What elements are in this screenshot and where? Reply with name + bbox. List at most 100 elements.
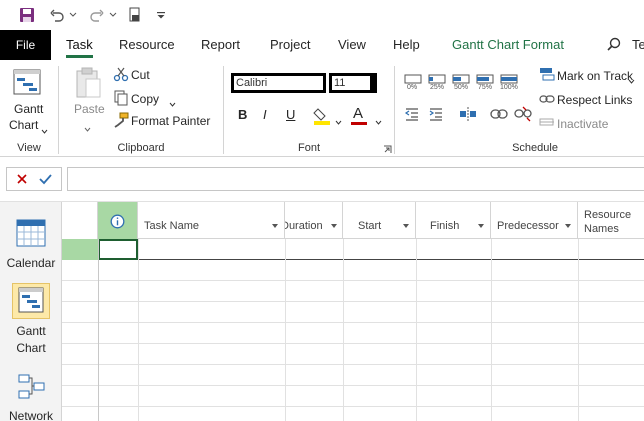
start-header[interactable]: Start	[343, 202, 416, 239]
unlink-tasks-icon[interactable]	[514, 106, 532, 125]
tab-view[interactable]: View	[338, 30, 366, 60]
finish-filter-icon[interactable]	[478, 224, 484, 228]
tab-help[interactable]: Help	[393, 30, 420, 60]
tab-gantt-chart-format[interactable]: Gantt Chart Format	[452, 30, 564, 60]
format-painter-label[interactable]: Format Painter	[131, 114, 210, 128]
cut-label[interactable]: Cut	[131, 68, 150, 82]
entry-input[interactable]	[67, 167, 644, 191]
undo-icon[interactable]	[46, 4, 68, 26]
tab-resource[interactable]: Resource	[119, 30, 175, 60]
table-row[interactable]	[62, 386, 644, 407]
predecessors-filter-icon[interactable]	[565, 224, 571, 228]
quick-access-toolbar	[0, 0, 644, 30]
gantt-view-label-1[interactable]: Gantt	[0, 324, 62, 338]
calendar-view-label[interactable]: Calendar	[0, 256, 62, 270]
network-diagram-icon[interactable]	[18, 374, 46, 403]
indicators-header[interactable]	[98, 202, 138, 239]
font-size-value: 11	[332, 76, 370, 90]
table-row[interactable]	[62, 365, 644, 386]
table-row[interactable]	[62, 407, 644, 421]
gantt-chart-icon[interactable]	[13, 69, 41, 98]
table-row[interactable]	[62, 260, 644, 281]
row-number-cell-selected[interactable]	[62, 239, 98, 260]
table-row[interactable]	[62, 323, 644, 344]
paste-dropdown-icon[interactable]	[84, 121, 91, 135]
tab-report[interactable]: Report	[201, 30, 240, 60]
chevron-down-icon[interactable]	[41, 123, 48, 137]
column-divider	[138, 239, 139, 421]
split-task-icon[interactable]	[459, 106, 477, 125]
resource-names-header-label-1: Resource	[584, 209, 632, 221]
italic-button[interactable]: I	[263, 107, 267, 122]
search-icon[interactable]	[606, 37, 622, 56]
undo-dropdown-icon[interactable]	[68, 4, 78, 26]
respect-links-button[interactable]: Respect Links	[557, 93, 632, 107]
redo-dropdown-icon[interactable]	[108, 4, 118, 26]
highlight-dropdown-icon[interactable]	[335, 114, 342, 128]
confirm-entry-icon[interactable]	[39, 173, 52, 188]
task-name-filter-icon[interactable]	[272, 224, 278, 228]
gantt-chart-label-2[interactable]: Chart	[9, 118, 38, 132]
finish-header[interactable]: Finish	[416, 202, 491, 239]
dialog-launcher-icon[interactable]	[383, 143, 392, 157]
respect-links-icon[interactable]	[539, 92, 555, 109]
copy-dropdown-icon[interactable]	[169, 96, 176, 110]
font-color-dropdown-icon[interactable]	[375, 114, 382, 128]
predecessors-header[interactable]: Predecessor	[491, 202, 578, 239]
active-cell[interactable]	[98, 239, 138, 260]
tab-file[interactable]: File	[0, 30, 51, 60]
print-preview-icon[interactable]	[124, 4, 146, 26]
duration-filter-icon[interactable]	[331, 224, 337, 228]
tell-me-text[interactable]: Te	[632, 30, 644, 60]
resource-names-header[interactable]: Resource Names	[578, 202, 644, 239]
view-bar: Calendar Gantt Chart Network	[0, 202, 62, 421]
paste-label[interactable]: Paste	[74, 102, 105, 116]
info-icon	[110, 214, 125, 232]
paste-icon[interactable]	[74, 67, 102, 104]
font-color-button[interactable]: A	[353, 105, 363, 122]
table-row[interactable]	[62, 281, 644, 302]
table-row[interactable]	[62, 239, 644, 260]
copy-icon[interactable]	[113, 90, 129, 109]
clipboard-group: Paste Cut Copy Format Painter Clipboard	[59, 60, 223, 157]
highlight-color-icon[interactable]	[312, 106, 332, 129]
resource-names-header-label-2: Names	[584, 223, 619, 235]
font-size-box[interactable]: 11	[329, 73, 377, 93]
font-group: Calibri 11 B I U A Font	[224, 60, 394, 157]
grid-header: Task Name Duration Start Finish Predeces…	[62, 202, 644, 239]
font-name-box[interactable]: Calibri	[231, 73, 326, 93]
format-painter-icon[interactable]	[113, 112, 129, 131]
ribbon-tabs: File Task Resource Report Project View H…	[0, 30, 644, 60]
table-row[interactable]	[62, 344, 644, 365]
font-group-label: Font	[297, 142, 320, 154]
gantt-chart-label-1[interactable]: Gantt	[14, 102, 43, 116]
schedule-group-label: Schedule	[512, 142, 558, 154]
mark-on-track-dropdown-icon[interactable]	[628, 73, 635, 87]
table-row[interactable]	[62, 302, 644, 323]
indent-icon[interactable]	[428, 106, 444, 125]
gantt-view-label-2[interactable]: Chart	[0, 341, 62, 355]
mark-on-track-icon[interactable]	[539, 67, 555, 84]
cancel-entry-icon[interactable]	[16, 173, 28, 188]
link-tasks-icon[interactable]	[490, 107, 508, 124]
outdent-icon[interactable]	[404, 106, 420, 125]
calendar-icon[interactable]	[16, 217, 46, 250]
tab-task[interactable]: Task	[66, 30, 93, 60]
tab-project[interactable]: Project	[270, 30, 310, 60]
start-filter-icon[interactable]	[403, 224, 409, 228]
column-divider	[285, 239, 286, 421]
gantt-view-icon[interactable]	[18, 287, 44, 316]
task-name-header[interactable]: Task Name	[138, 202, 285, 239]
underline-button[interactable]: U	[286, 107, 295, 122]
copy-label[interactable]: Copy	[131, 92, 159, 106]
mark-on-track-button[interactable]: Mark on Track	[557, 69, 633, 83]
row-number-header[interactable]	[62, 202, 98, 239]
network-view-label[interactable]: Network	[0, 409, 62, 421]
save-icon[interactable]	[16, 4, 38, 26]
cut-icon[interactable]	[113, 66, 129, 85]
redo-icon[interactable]	[86, 4, 108, 26]
task-grid: Task Name Duration Start Finish Predeces…	[62, 202, 644, 421]
duration-header[interactable]: Duration	[285, 202, 343, 239]
bold-button[interactable]: B	[238, 107, 247, 122]
customize-toolbar-icon[interactable]	[154, 4, 168, 26]
